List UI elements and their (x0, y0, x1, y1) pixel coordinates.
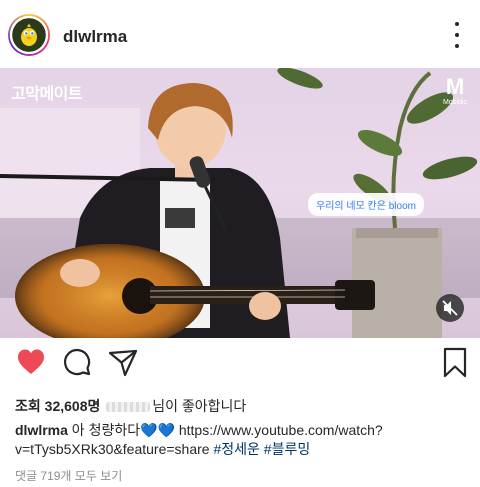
liked-by-suffix: 님이 좋아합니다 (152, 398, 247, 414)
channel-logo: M Mobidic (440, 76, 470, 110)
video-subtitle: 우리의 네모 칸은 bloom (308, 193, 424, 216)
post-username[interactable]: dlwlrma (63, 27, 127, 47)
tweety-avatar-icon (21, 24, 37, 46)
view-count[interactable]: 조회 32,608명 님이 좋아합니다 (15, 396, 246, 416)
action-bar (0, 345, 480, 385)
post-caption: dlwlrma 아 청량하다💙💙 https://www.youtube.com… (15, 421, 470, 459)
heart-filled-icon[interactable] (14, 345, 48, 379)
hashtag-link[interactable]: #블루밍 (264, 441, 310, 457)
speaker-muted-icon[interactable] (436, 294, 464, 322)
view-all-comments-link[interactable]: 댓글 719개 모두 보기 (15, 467, 122, 484)
show-logo: 고막메이트 (11, 86, 83, 103)
channel-logo-mark: M (445, 74, 465, 99)
avatar[interactable] (8, 14, 50, 56)
hashtag-link[interactable]: #정세운 (213, 441, 259, 457)
paper-plane-icon[interactable] (106, 345, 140, 379)
post-video[interactable]: 고막메이트 M Mobidic 우리의 네모 칸은 bloom (0, 68, 480, 338)
bookmark-icon[interactable] (438, 345, 472, 379)
views-count: 32,608명 (44, 398, 101, 414)
blurred-username (106, 402, 151, 413)
views-label: 조회 (15, 398, 41, 414)
channel-logo-text: Mobidic (442, 99, 468, 106)
more-options-icon[interactable] (447, 22, 467, 48)
post-header: dlwlrma (0, 0, 480, 70)
caption-username[interactable]: dlwlrma (15, 422, 68, 438)
caption-text: 아 청량하다💙💙 https://www.youtube.com/watch?v… (15, 422, 383, 457)
comment-bubble-icon[interactable] (60, 345, 94, 379)
